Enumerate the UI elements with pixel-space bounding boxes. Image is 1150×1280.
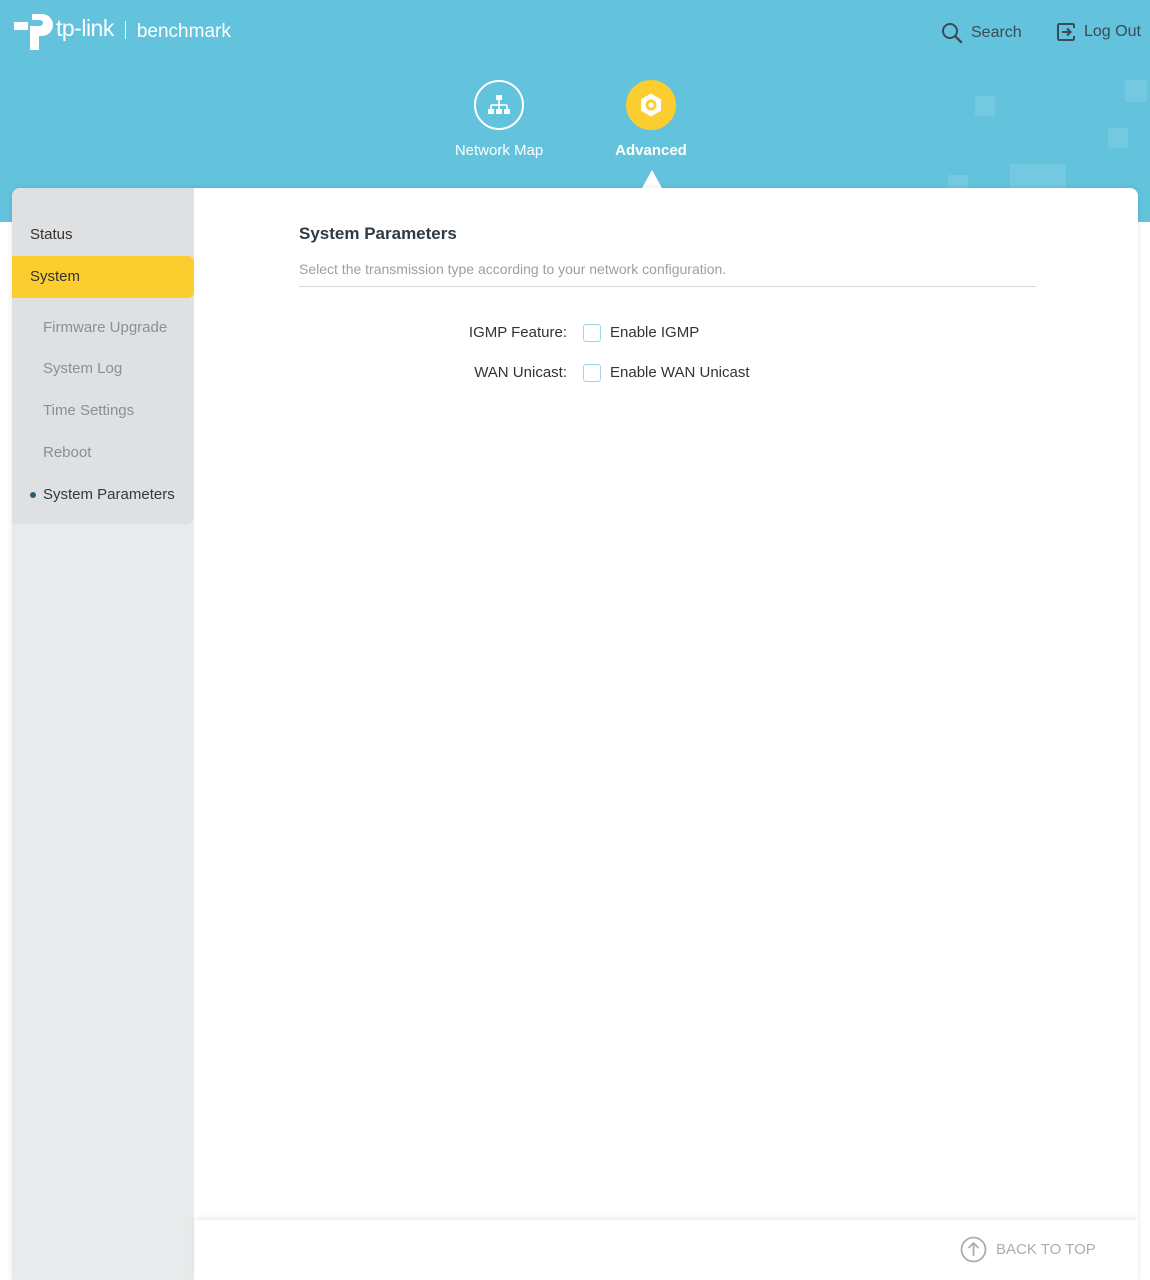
tab-network-map[interactable]: Network Map xyxy=(424,80,574,159)
gear-icon xyxy=(626,80,676,130)
header-decoration xyxy=(1108,128,1128,148)
enable-igmp-checkbox[interactable] xyxy=(583,324,601,342)
wan-unicast-label: WAN Unicast: xyxy=(474,364,567,381)
logout-label: Log Out xyxy=(1084,23,1141,40)
back-to-top-button[interactable]: BACK TO TOP xyxy=(960,1236,1096,1263)
header-decoration xyxy=(975,96,995,116)
sidebar-subitem-reboot[interactable]: Reboot xyxy=(43,444,91,461)
arrow-up-circle-icon xyxy=(960,1236,987,1263)
logout-button[interactable]: Log Out xyxy=(1056,22,1141,42)
brand-divider xyxy=(124,21,126,39)
active-tab-pointer xyxy=(642,170,662,188)
tab-advanced-label: Advanced xyxy=(615,142,687,159)
search-button[interactable]: Search xyxy=(941,22,1022,44)
search-label: Search xyxy=(971,24,1022,41)
sidebar-menu-panel: Status System Firmware Upgrade System Lo… xyxy=(12,188,194,524)
page-title: System Parameters xyxy=(299,224,457,243)
tp-link-logo-icon xyxy=(14,14,53,50)
sidebar-subitem-system-log[interactable]: System Log xyxy=(43,360,122,377)
search-icon xyxy=(942,23,963,44)
sidebar-subitem-time-settings[interactable]: Time Settings xyxy=(43,402,134,419)
brand-name: tp-link xyxy=(56,14,114,41)
sidebar: Status System Firmware Upgrade System Lo… xyxy=(12,188,194,1280)
sidebar-subitem-firmware-upgrade[interactable]: Firmware Upgrade xyxy=(43,319,167,336)
page-description: Select the transmission type according t… xyxy=(299,261,727,277)
active-indicator-dot xyxy=(30,492,36,498)
tab-network-map-label: Network Map xyxy=(454,142,544,159)
sidebar-item-system[interactable]: System xyxy=(12,256,194,298)
igmp-feature-label: IGMP Feature: xyxy=(468,324,567,341)
header-decoration xyxy=(1125,80,1147,102)
logout-icon xyxy=(1057,23,1075,41)
content-card: Status System Firmware Upgrade System Lo… xyxy=(12,188,1138,1280)
section-divider xyxy=(299,286,1036,287)
network-map-icon xyxy=(474,80,524,130)
sidebar-subitem-system-parameters[interactable]: System Parameters xyxy=(43,486,175,503)
model-name: benchmark xyxy=(136,21,231,42)
enable-wan-unicast-label[interactable]: Enable WAN Unicast xyxy=(610,364,750,381)
enable-igmp-label[interactable]: Enable IGMP xyxy=(610,324,699,341)
enable-wan-unicast-checkbox[interactable] xyxy=(583,364,601,382)
back-to-top-label: BACK TO TOP xyxy=(996,1241,1096,1258)
tab-advanced[interactable]: Advanced xyxy=(576,80,726,159)
sidebar-item-status[interactable]: Status xyxy=(30,226,73,243)
footer-bar: BACK TO TOP xyxy=(194,1220,1138,1280)
brand-logo: tp-link benchmark xyxy=(12,12,231,52)
